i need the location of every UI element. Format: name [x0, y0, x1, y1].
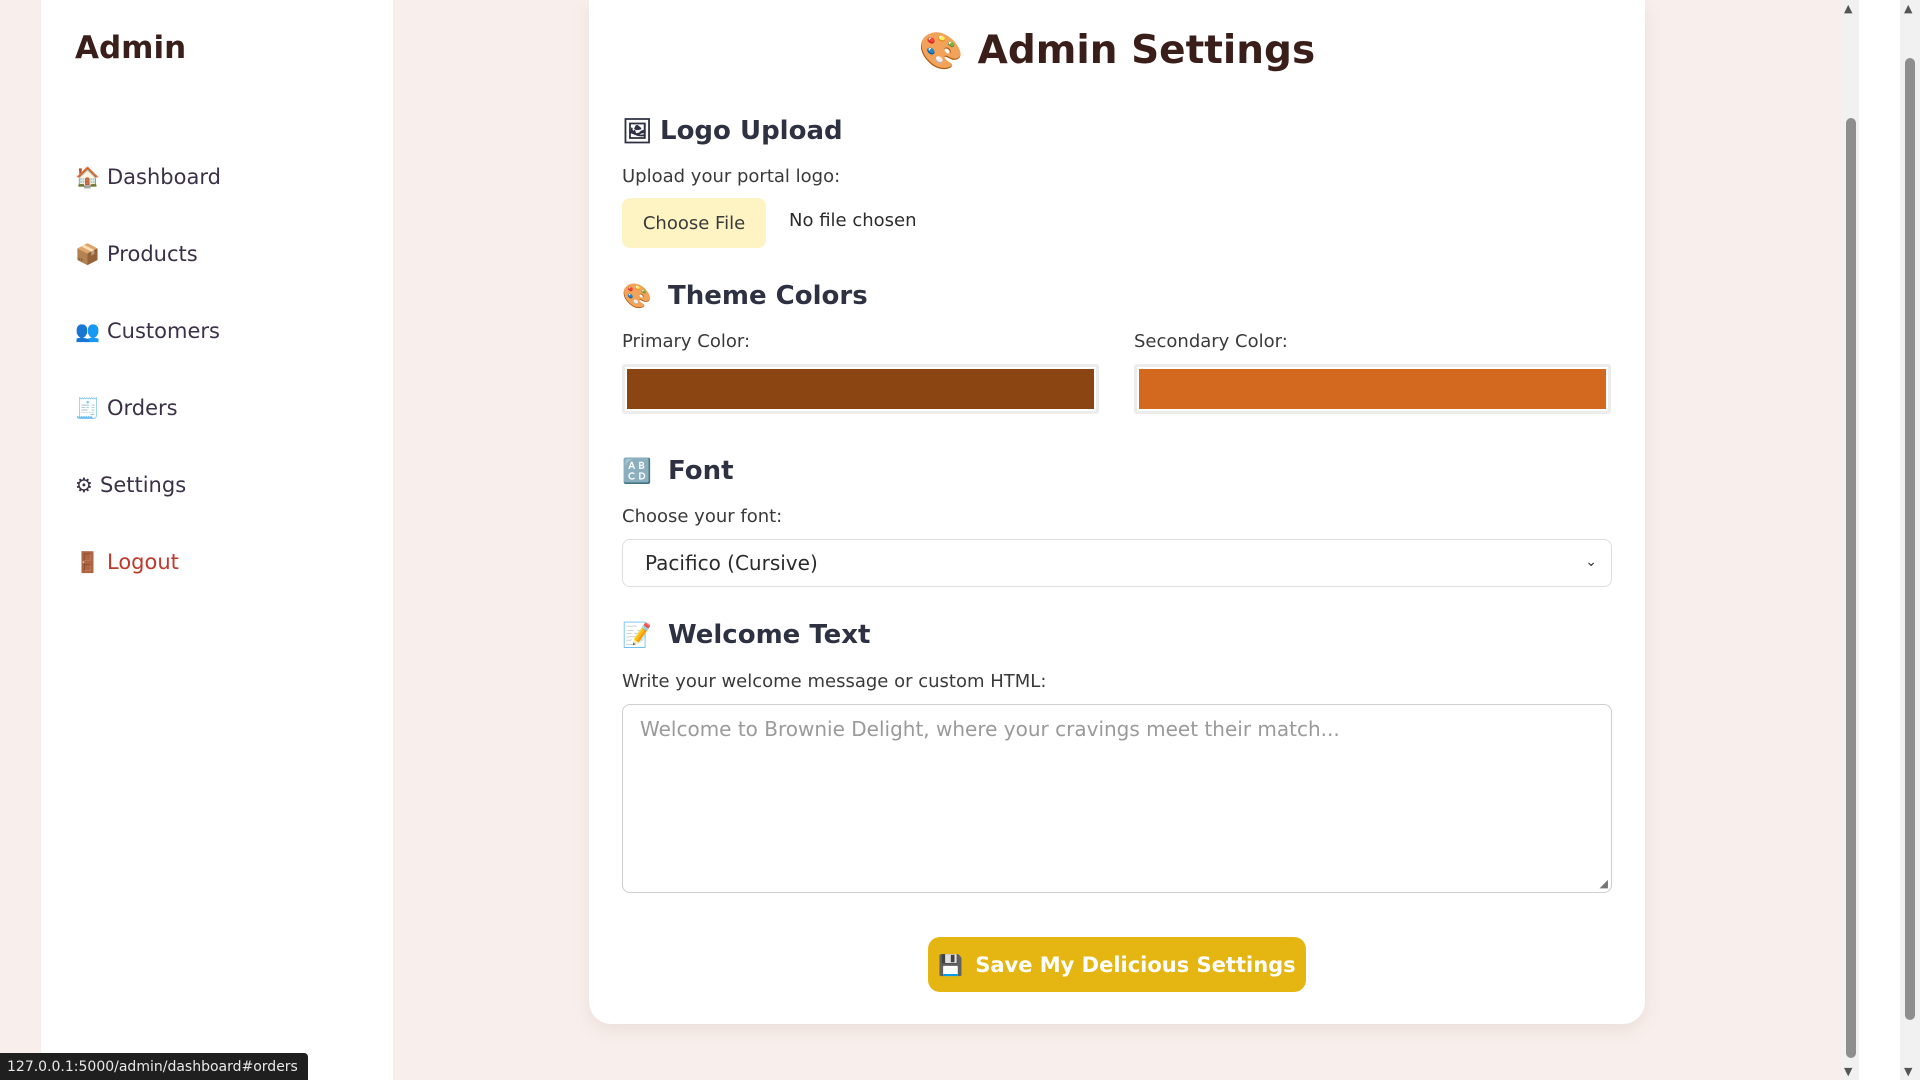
welcome-text-area[interactable]: Welcome to Brownie Delight, where your c…: [622, 704, 1612, 893]
settings-card: 🎨 Admin Settings 🖼 Logo Upload Upload you…: [589, 0, 1645, 1024]
welcome-text-heading: 📝 Welcome Text: [622, 620, 870, 650]
scroll-up-arrow-icon[interactable]: ▲: [1904, 2, 1912, 15]
theme-colors-heading: 🎨 Theme Colors: [622, 281, 868, 311]
door-icon: 🚪: [75, 550, 100, 574]
page-title: 🎨 Admin Settings: [589, 28, 1645, 73]
primary-color-picker[interactable]: [622, 364, 1099, 414]
page-scrollbar[interactable]: ▲ ▼: [1842, 0, 1859, 1080]
window-scrollbar[interactable]: ▲ ▼: [1900, 0, 1920, 1080]
resize-grip-icon[interactable]: ◢: [1600, 877, 1608, 890]
palette-icon: 🎨: [918, 31, 964, 72]
primary-color-swatch: [627, 369, 1094, 409]
sidebar-item-label: Logout: [107, 550, 179, 574]
scrollbar-thumb[interactable]: [1905, 58, 1915, 1020]
people-icon: 👥: [75, 319, 100, 343]
abcd-letters-icon: 🔠: [622, 457, 652, 485]
welcome-text-placeholder: Welcome to Brownie Delight, where your c…: [640, 717, 1340, 741]
font-label: Choose your font:: [622, 506, 783, 527]
sidebar-item-label: Products: [107, 242, 198, 266]
welcome-text-label: Write your welcome message or custom HTM…: [622, 671, 1047, 692]
font-heading-text: Font: [668, 456, 734, 486]
scroll-down-arrow-icon[interactable]: ▼: [1844, 1065, 1852, 1078]
sidebar-item-orders[interactable]: 🧾 Orders: [75, 393, 221, 423]
sidebar-item-products[interactable]: 📦 Products: [75, 239, 221, 269]
theme-colors-heading-text: Theme Colors: [668, 281, 868, 311]
package-icon: 📦: [75, 242, 100, 266]
sidebar-item-label: Settings: [100, 473, 187, 497]
logo-upload-label: Upload your portal logo:: [622, 166, 841, 187]
secondary-color-swatch: [1139, 369, 1606, 409]
file-status: No file chosen: [789, 210, 917, 231]
link-status-bar: 127.0.0.1:5000/admin/dashboard#orders: [0, 1053, 308, 1080]
memo-icon: 📝: [622, 621, 652, 649]
secondary-color-label: Secondary Color:: [1134, 331, 1288, 352]
sidebar-item-settings[interactable]: ⚙ Settings: [75, 470, 221, 500]
brand-title: Admin: [75, 30, 187, 66]
receipt-icon: 🧾: [75, 396, 100, 420]
logo-upload-heading-text: Logo Upload: [660, 116, 843, 146]
font-heading: 🔠 Font: [622, 456, 734, 486]
palette-icon: 🎨: [622, 282, 652, 310]
sidebar-item-logout[interactable]: 🚪 Logout: [75, 547, 221, 577]
scrollbar-thumb[interactable]: [1846, 118, 1856, 1058]
sidebar-item-label: Customers: [107, 319, 220, 343]
scroll-down-arrow-icon[interactable]: ▼: [1904, 1065, 1912, 1078]
primary-color-label: Primary Color:: [622, 331, 751, 352]
sidebar-item-label: Orders: [107, 396, 178, 420]
sidebar-nav: 🏠 Dashboard 📦 Products 👥 Customers 🧾 Ord…: [75, 162, 221, 624]
page-title-text: Admin Settings: [977, 28, 1316, 73]
house-icon: 🏠: [75, 165, 100, 189]
sidebar-item-label: Dashboard: [107, 165, 221, 189]
sidebar: Admin 🏠 Dashboard 📦 Products 👥 Customers…: [41, 0, 393, 1080]
font-select-value: Pacifico (Cursive): [645, 551, 818, 575]
framed-picture-icon: 🖼: [622, 117, 653, 145]
scroll-up-arrow-icon[interactable]: ▲: [1844, 2, 1852, 15]
font-select[interactable]: Pacifico (Cursive) ⌄: [622, 539, 1612, 587]
logo-upload-heading: 🖼 Logo Upload: [622, 116, 843, 146]
gear-icon: ⚙: [75, 473, 93, 497]
secondary-color-picker[interactable]: [1134, 364, 1611, 414]
window-gutter: [1859, 0, 1900, 1080]
save-settings-button[interactable]: 💾 Save My Delicious Settings: [928, 937, 1306, 992]
save-settings-label: Save My Delicious Settings: [975, 952, 1296, 977]
chevron-down-icon: ⌄: [1585, 554, 1597, 570]
sidebar-item-customers[interactable]: 👥 Customers: [75, 316, 221, 346]
welcome-text-heading-text: Welcome Text: [668, 620, 871, 650]
floppy-disk-icon: 💾: [938, 952, 964, 977]
choose-file-button[interactable]: Choose File: [622, 198, 766, 248]
sidebar-item-dashboard[interactable]: 🏠 Dashboard: [75, 162, 221, 192]
